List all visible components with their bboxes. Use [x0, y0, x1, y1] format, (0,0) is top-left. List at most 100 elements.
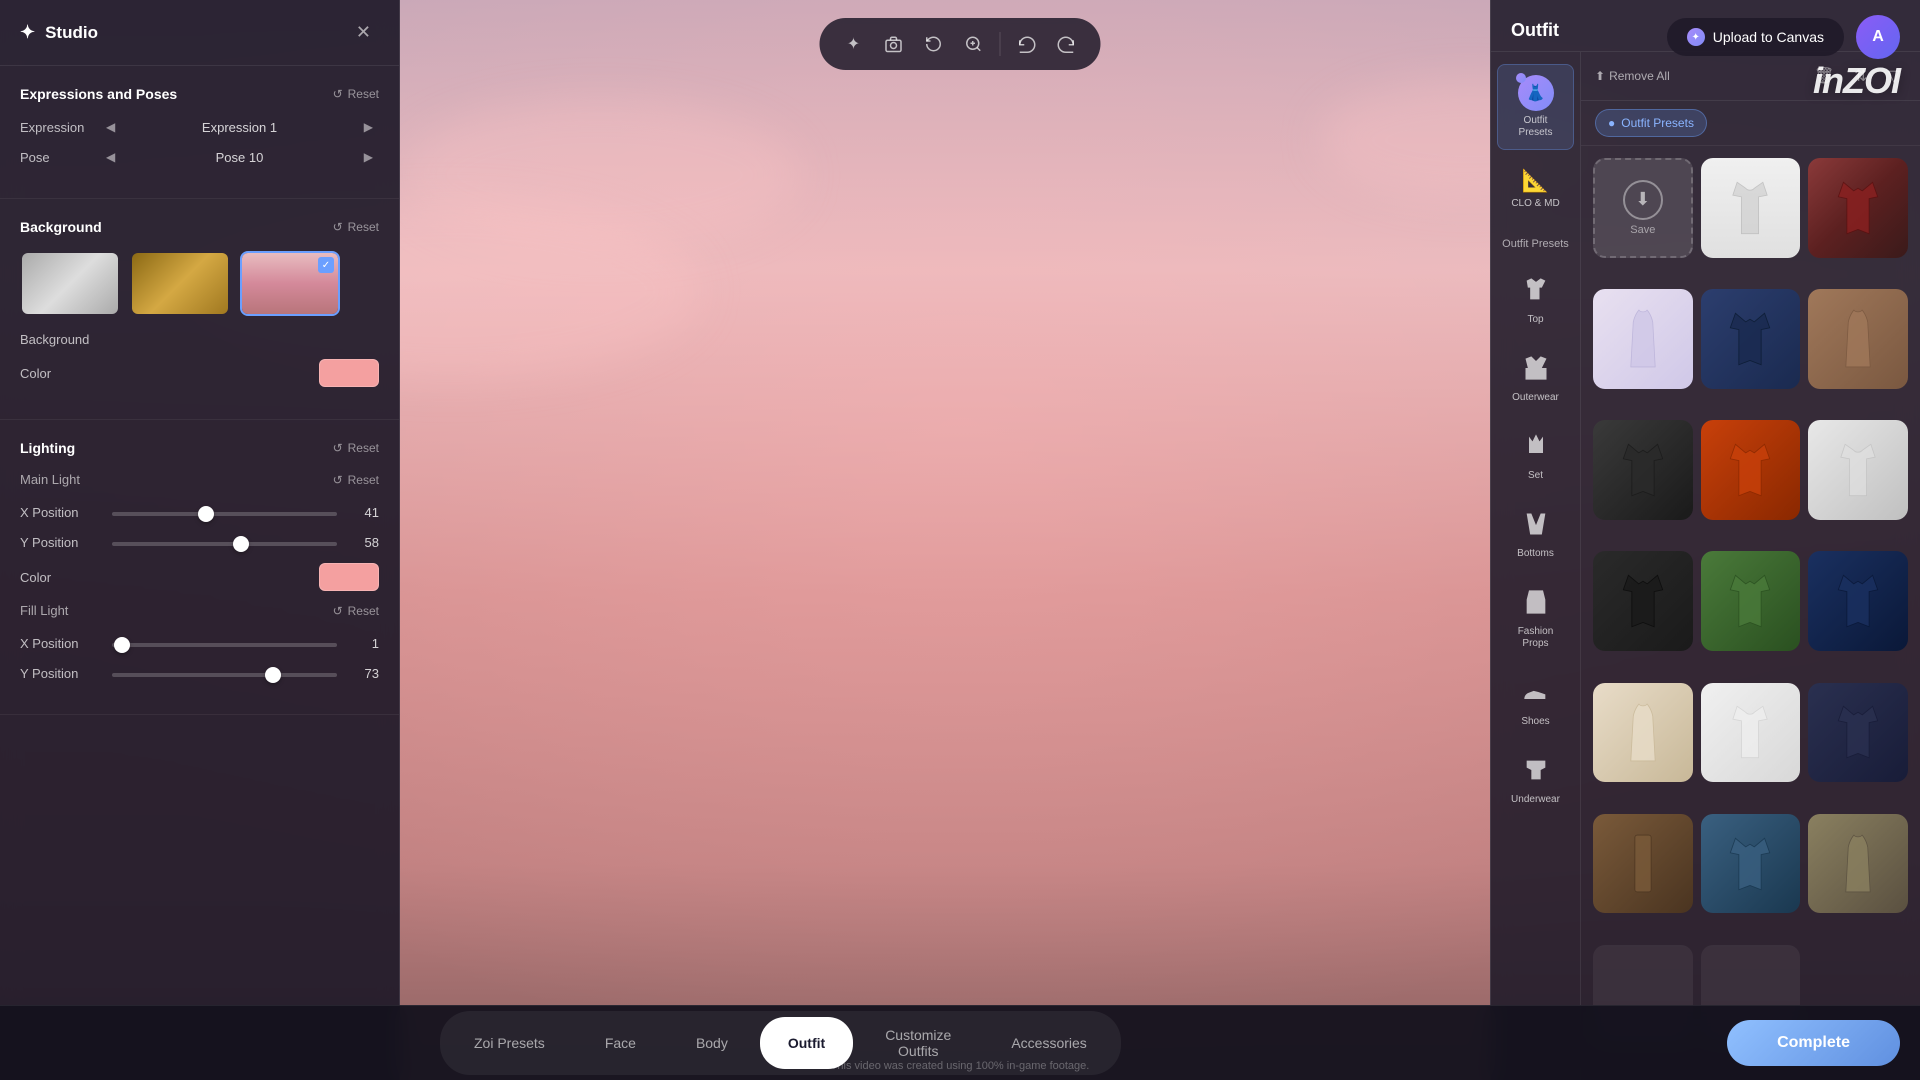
y-position-slider-container: [112, 533, 337, 551]
footer-text: This video was created using 100% in-gam…: [831, 1060, 1090, 1080]
main-light-color-swatch[interactable]: [319, 563, 379, 591]
reset-icon-light: ↺: [333, 441, 343, 455]
reset-icon-main: ↺: [333, 473, 343, 487]
complete-label: Complete: [1777, 1034, 1850, 1051]
top-toolbar: ✦: [820, 18, 1101, 70]
tab-body[interactable]: Body: [668, 1017, 756, 1069]
expression-label: Expression: [20, 120, 100, 135]
background-title: Background: [20, 219, 102, 235]
main-light-reset-button[interactable]: ↺ Reset: [333, 473, 379, 487]
top-right-area: ✦ Upload to Canvas A: [1667, 15, 1900, 59]
expression-control: Expression ◀ Expression 1 ▶: [20, 118, 379, 136]
outfit-item-13[interactable]: [1701, 683, 1801, 783]
redo-button[interactable]: [1049, 26, 1085, 62]
expression-next-button[interactable]: ▶: [358, 118, 379, 136]
camera-tool-button[interactable]: [876, 26, 912, 62]
sidebar-item-outerwear[interactable]: Outerwear: [1497, 344, 1574, 414]
close-panel-button[interactable]: ✕: [348, 18, 379, 47]
outfit-item-11[interactable]: [1808, 551, 1908, 651]
outfit-item-1[interactable]: [1701, 158, 1801, 258]
arrow-up-icon: ⬆: [1595, 69, 1605, 83]
undo-button[interactable]: [1009, 26, 1045, 62]
shoes-icon: [1522, 678, 1550, 712]
outfit-item-7[interactable]: [1701, 420, 1801, 520]
outfit-item-9[interactable]: [1593, 551, 1693, 651]
outfit-title: Outfit: [1511, 20, 1559, 40]
user-avatar[interactable]: A: [1856, 15, 1900, 59]
y-position-control: Y Position 58: [20, 533, 379, 551]
bottoms-icon: [1522, 510, 1550, 544]
pose-prev-button[interactable]: ◀: [100, 148, 121, 166]
sidebar-item-fashion-props[interactable]: FashionProps: [1497, 578, 1574, 660]
main-light-header: Main Light ↺ Reset: [20, 472, 379, 487]
move-tool-button[interactable]: ✦: [836, 26, 872, 62]
outfit-item-2[interactable]: [1808, 158, 1908, 258]
fill-light-group: Fill Light ↺ Reset X Position 1 Y Positi…: [20, 603, 379, 682]
y-position-slider[interactable]: [112, 542, 337, 546]
remove-all-button[interactable]: ⬆ Remove All: [1595, 69, 1670, 83]
sidebar-item-underwear[interactable]: Underwear: [1497, 746, 1574, 816]
set-icon: [1522, 432, 1550, 466]
outfit-item-10[interactable]: [1701, 551, 1801, 651]
rotate-tool-button[interactable]: [916, 26, 952, 62]
outfit-item-4[interactable]: [1701, 289, 1801, 389]
remove-all-label: Remove All: [1609, 69, 1670, 83]
outfit-save-item[interactable]: ⬇ Save: [1593, 158, 1693, 258]
outfit-presets-label: OutfitPresets: [1519, 115, 1553, 139]
upload-to-canvas-button[interactable]: ✦ Upload to Canvas: [1667, 18, 1844, 56]
fill-x-slider-container: [112, 634, 337, 652]
zoom-tool-button[interactable]: [956, 26, 992, 62]
outerwear-label: Outerwear: [1512, 392, 1559, 404]
sidebar-item-set[interactable]: Set: [1497, 422, 1574, 492]
outfit-item-8[interactable]: [1808, 420, 1908, 520]
outfit-item-6[interactable]: [1593, 420, 1693, 520]
background-thumb-gray[interactable]: [20, 251, 120, 316]
background-color-swatch[interactable]: [319, 359, 379, 387]
color-control: Color: [20, 359, 379, 387]
background-thumb-sunset[interactable]: ✓: [240, 251, 340, 316]
top-label: Top: [1527, 314, 1543, 326]
complete-button[interactable]: Complete: [1727, 1020, 1900, 1066]
sidebar-item-top[interactable]: Top: [1497, 266, 1574, 336]
outfit-item-16[interactable]: [1701, 814, 1801, 914]
tab-zoi-presets[interactable]: Zoi Presets: [446, 1017, 573, 1069]
x-position-slider[interactable]: [112, 512, 337, 516]
outfit-item-5[interactable]: [1808, 289, 1908, 389]
studio-icon: ✦: [20, 22, 35, 43]
sidebar-item-outfit-presets[interactable]: 👗 OutfitPresets: [1497, 64, 1574, 150]
top-icon: [1522, 276, 1550, 310]
expressions-poses-reset-button[interactable]: ↺ Reset: [333, 87, 379, 101]
fill-y-slider[interactable]: [112, 673, 337, 677]
outfit-item-14[interactable]: [1808, 683, 1908, 783]
tab-face[interactable]: Face: [577, 1017, 664, 1069]
lighting-header: Lighting ↺ Reset: [20, 440, 379, 456]
sidebar-item-clo-md[interactable]: 📐 CLO & MD: [1497, 158, 1574, 220]
pose-next-button[interactable]: ▶: [358, 148, 379, 166]
outfit-item-12[interactable]: [1593, 683, 1693, 783]
outfit-layout: 👗 OutfitPresets 📐 CLO & MD Outfit Preset…: [1491, 52, 1920, 1080]
expressions-poses-header: Expressions and Poses ↺ Reset: [20, 86, 379, 102]
x-position-label: X Position: [20, 505, 100, 520]
expression-prev-button[interactable]: ◀: [100, 118, 121, 136]
fashion-props-icon: [1522, 588, 1550, 622]
background-color-label: Background: [20, 332, 100, 347]
lighting-reset-button[interactable]: ↺ Reset: [333, 441, 379, 455]
expressions-poses-section: Expressions and Poses ↺ Reset Expression…: [0, 66, 399, 199]
background-section: Background ↺ Reset ✓ Background Color: [0, 199, 399, 420]
sidebar-item-bottoms[interactable]: Bottoms: [1497, 500, 1574, 570]
y-position-value: 58: [349, 535, 379, 550]
outfit-item-15[interactable]: [1593, 814, 1693, 914]
lighting-section: Lighting ↺ Reset Main Light ↺ Reset X Po…: [0, 420, 399, 715]
background-thumb-room[interactable]: [130, 251, 230, 316]
underwear-icon: [1522, 756, 1550, 790]
fill-light-reset-button[interactable]: ↺ Reset: [333, 604, 379, 618]
sidebar-item-outfit-presets-text[interactable]: Outfit Presets: [1491, 226, 1580, 260]
fill-x-slider[interactable]: [112, 643, 337, 647]
background-reset-button[interactable]: ↺ Reset: [333, 220, 379, 234]
right-panel: Outfit 👗 OutfitPresets 📐 CLO & MD Outfit…: [1490, 0, 1920, 1080]
preset-option-presets[interactable]: ● Outfit Presets: [1595, 109, 1707, 137]
sidebar-item-shoes[interactable]: Shoes: [1497, 668, 1574, 738]
outfit-item-17[interactable]: [1808, 814, 1908, 914]
outfit-item-3[interactable]: [1593, 289, 1693, 389]
expression-value: Expression 1: [121, 120, 358, 135]
